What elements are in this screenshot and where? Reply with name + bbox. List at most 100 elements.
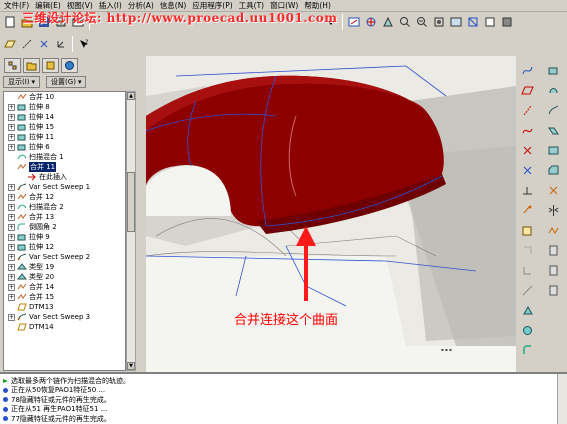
rib-icon[interactable] [519, 302, 535, 318]
model-tree-tab-icon[interactable] [4, 58, 21, 73]
expand-icon[interactable]: + [8, 193, 15, 201]
view-manager-icon[interactable] [448, 14, 464, 30]
revolve-icon[interactable] [519, 262, 535, 278]
blend-icon[interactable] [545, 122, 561, 138]
tree-item[interactable]: + 类型 19 [4, 262, 125, 272]
app-window: 文件(F) 编辑(E) 视图(V) 插入(I) 分析(A) 信息(N) 应用程序… [0, 0, 567, 424]
revolve-tool-icon[interactable] [545, 82, 561, 98]
whats-this-icon[interactable]: ? [76, 36, 92, 52]
tree-item[interactable]: 合并 10 [4, 92, 125, 102]
intersect-icon[interactable] [545, 262, 561, 278]
spin-center-icon[interactable] [363, 14, 379, 30]
message-text: 正在从51 再生PAO1特征51 ... [11, 405, 108, 414]
point-offset-icon[interactable] [519, 162, 535, 178]
merge-tool-icon[interactable] [545, 222, 561, 238]
tree-item[interactable]: + 拉伸 12 [4, 242, 125, 252]
tree-item[interactable]: + 拉伸 6 [4, 142, 125, 152]
tree-item[interactable]: + Var Sect Sweep 2 [4, 252, 125, 262]
merge-feature-icon [17, 283, 29, 291]
chamfer-icon[interactable] [545, 162, 561, 178]
tree-item[interactable]: DTM14 [4, 322, 125, 332]
expand-icon[interactable]: + [8, 213, 15, 221]
expand-icon[interactable]: + [8, 183, 15, 191]
extrude-icon[interactable] [545, 62, 561, 78]
expand-icon[interactable]: + [8, 133, 15, 141]
csys-icon[interactable] [53, 36, 69, 52]
web-tab-icon[interactable] [61, 58, 78, 73]
expand-icon[interactable]: + [8, 293, 15, 301]
favorites-tab-icon[interactable] [42, 58, 59, 73]
tree-item[interactable]: + Var Sect Sweep 3 [4, 312, 125, 322]
tree-item[interactable]: + 拉伸 8 [4, 102, 125, 112]
round-icon[interactable] [519, 342, 535, 358]
tree-item[interactable]: + Var Sect Sweep 1 [4, 182, 125, 192]
merge-feature-icon [17, 93, 29, 101]
shading-icon[interactable] [499, 14, 515, 30]
shell-icon[interactable] [519, 282, 535, 298]
mirror-icon[interactable] [545, 202, 561, 218]
tree-item[interactable]: 在此插入 [4, 172, 125, 182]
display-dropdown[interactable]: 显示(I) ▾ [3, 76, 41, 88]
repaint-icon[interactable] [346, 14, 362, 30]
expand-icon[interactable]: + [8, 123, 15, 131]
settings-dropdown[interactable]: 设置(G) ▾ [46, 76, 87, 88]
zoom-in-icon[interactable] [397, 14, 413, 30]
tree-item[interactable]: + 拉伸 9 [4, 232, 125, 242]
datum-point-icon[interactable] [36, 36, 52, 52]
tree-item[interactable]: + 合并 14 [4, 282, 125, 292]
tree-item[interactable]: + 合并 12 [4, 192, 125, 202]
tree-item[interactable]: + 扫描混合 2 [4, 202, 125, 212]
draft-icon[interactable] [519, 322, 535, 338]
orient-icon[interactable] [380, 14, 396, 30]
expand-icon[interactable]: + [8, 103, 15, 111]
tree-item[interactable]: + 拉伸 14 [4, 112, 125, 122]
new-icon[interactable] [2, 14, 18, 30]
datum-axis-icon[interactable] [19, 36, 35, 52]
curve-tool-icon[interactable] [519, 122, 535, 138]
pattern-icon[interactable] [545, 182, 561, 198]
datum-plane-tool-icon[interactable] [519, 82, 535, 98]
datum-plane-icon[interactable] [2, 36, 18, 52]
thicken-icon[interactable] [545, 282, 561, 298]
tree-item[interactable]: + 拉伸 15 [4, 122, 125, 132]
wireframe-icon[interactable] [465, 14, 481, 30]
expand-icon[interactable]: + [8, 263, 15, 271]
tree-item[interactable]: + 类型 20 [4, 272, 125, 282]
expand-icon[interactable]: + [8, 273, 15, 281]
tree-item[interactable]: 扫描混合 1 [4, 152, 125, 162]
tree-scrollbar[interactable]: ▲ ▼ [126, 91, 136, 371]
tree-item[interactable]: + 合并 13 [4, 212, 125, 222]
trim-icon[interactable] [545, 242, 561, 258]
message-scrollbar[interactable] [557, 374, 567, 424]
expand-icon[interactable]: + [8, 243, 15, 251]
tree-item[interactable]: + 拉伸 11 [4, 132, 125, 142]
scroll-down-icon[interactable]: ▼ [127, 362, 135, 370]
folder-browser-tab-icon[interactable] [23, 58, 40, 73]
hidden-line-icon[interactable] [482, 14, 498, 30]
expand-icon[interactable]: + [8, 143, 15, 151]
tree-item[interactable]: DTM13 [4, 302, 125, 312]
hole-icon[interactable] [545, 142, 561, 158]
svg-text:?: ? [85, 39, 88, 46]
expand-icon[interactable]: + [8, 313, 15, 321]
sweep-icon[interactable] [545, 102, 561, 118]
expand-icon[interactable]: + [8, 113, 15, 121]
datum-axis-tool-icon[interactable] [519, 102, 535, 118]
sketch-curve-icon[interactable] [519, 62, 535, 78]
expand-icon[interactable]: + [8, 203, 15, 211]
scroll-up-icon[interactable]: ▲ [127, 92, 135, 100]
expand-icon[interactable]: + [8, 223, 15, 231]
datum-point-tool-icon[interactable] [519, 142, 535, 158]
tree-item[interactable]: 合并 11 [4, 162, 125, 172]
zoom-out-icon[interactable] [414, 14, 430, 30]
refit-icon[interactable] [431, 14, 447, 30]
analysis-icon[interactable] [519, 182, 535, 198]
offset-icon[interactable] [519, 202, 535, 218]
tree-item[interactable]: + 倒圆角 2 [4, 222, 125, 232]
expand-icon[interactable]: + [8, 233, 15, 241]
expand-icon[interactable]: + [8, 253, 15, 261]
expand-icon[interactable]: + [8, 283, 15, 291]
scroll-thumb[interactable] [127, 172, 135, 232]
tree-item[interactable]: + 合并 15 [4, 292, 125, 302]
paste-icon[interactable] [519, 222, 535, 238]
